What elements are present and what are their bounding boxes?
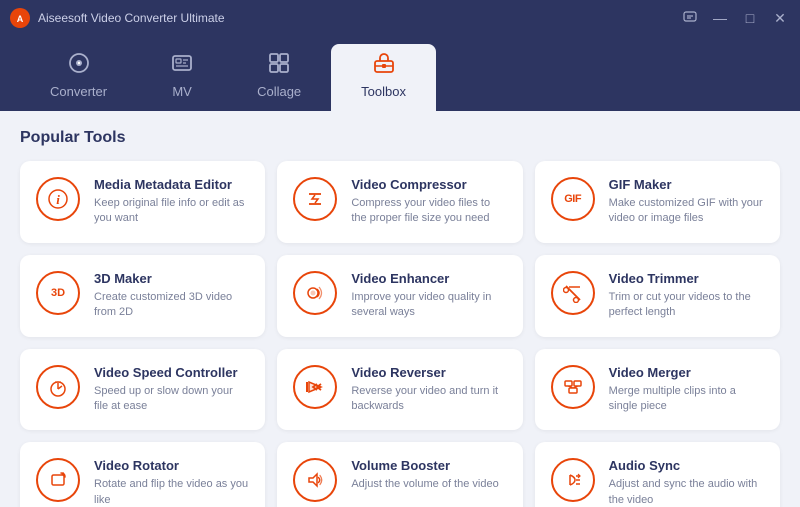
gif-maker-icon: GIF (551, 177, 595, 221)
tab-toolbox[interactable]: Toolbox (331, 44, 436, 111)
volume-booster-info: Volume Booster Adjust the volume of the … (351, 458, 506, 492)
tool-card-video-rotator[interactable]: Video Rotator Rotate and flip the video … (20, 442, 265, 507)
3d-maker-info: 3D Maker Create customized 3D video from… (94, 271, 249, 321)
svg-text:A: A (17, 14, 24, 24)
volume-booster-desc: Adjust the volume of the video (351, 477, 506, 492)
video-enhancer-info: Video Enhancer Improve your video qualit… (351, 271, 506, 321)
audio-sync-name: Audio Sync (609, 458, 764, 473)
main-content: Popular Tools i Media Metadata Editor Ke… (0, 111, 800, 507)
gif-maker-name: GIF Maker (609, 177, 764, 192)
video-trimmer-desc: Trim or cut your videos to the perfect l… (609, 290, 764, 321)
video-reverser-info: Video Reverser Reverse your video and tu… (351, 365, 506, 415)
minimize-button[interactable]: — (710, 8, 730, 28)
audio-sync-desc: Adjust and sync the audio with the video (609, 477, 764, 507)
tool-card-gif-maker[interactable]: GIF GIF Maker Make customized GIF with y… (535, 161, 780, 243)
tool-card-video-trimmer[interactable]: Video Trimmer Trim or cut your videos to… (535, 255, 780, 337)
tab-converter-label: Converter (50, 84, 107, 99)
video-trimmer-icon (551, 271, 595, 315)
volume-booster-icon (293, 458, 337, 502)
mv-icon (171, 52, 193, 80)
tab-mv-label: MV (172, 84, 192, 99)
tool-card-audio-sync[interactable]: Audio Sync Adjust and sync the audio wit… (535, 442, 780, 507)
tab-toolbox-label: Toolbox (361, 84, 406, 99)
video-enhancer-icon (293, 271, 337, 315)
tab-converter[interactable]: Converter (20, 44, 137, 111)
media-metadata-info: Media Metadata Editor Keep original file… (94, 177, 249, 227)
video-speed-name: Video Speed Controller (94, 365, 249, 380)
video-compressor-name: Video Compressor (351, 177, 506, 192)
svg-text:i: i (56, 192, 60, 207)
video-speed-info: Video Speed Controller Speed up or slow … (94, 365, 249, 415)
collage-icon (268, 52, 290, 80)
tool-card-3d-maker[interactable]: 3D 3D Maker Create customized 3D video f… (20, 255, 265, 337)
tool-card-media-metadata-editor[interactable]: i Media Metadata Editor Keep original fi… (20, 161, 265, 243)
video-trimmer-name: Video Trimmer (609, 271, 764, 286)
close-button[interactable]: ✕ (770, 8, 790, 28)
video-rotator-info: Video Rotator Rotate and flip the video … (94, 458, 249, 507)
volume-booster-name: Volume Booster (351, 458, 506, 473)
tool-card-video-reverser[interactable]: Video Reverser Reverse your video and tu… (277, 349, 522, 431)
video-merger-info: Video Merger Merge multiple clips into a… (609, 365, 764, 415)
tool-card-video-compressor[interactable]: Video Compressor Compress your video fil… (277, 161, 522, 243)
video-merger-desc: Merge multiple clips into a single piece (609, 384, 764, 415)
tool-card-video-enhancer[interactable]: Video Enhancer Improve your video qualit… (277, 255, 522, 337)
converter-icon (68, 52, 90, 80)
video-compressor-info: Video Compressor Compress your video fil… (351, 177, 506, 227)
video-enhancer-desc: Improve your video quality in several wa… (351, 290, 506, 321)
app-title: Aiseesoft Video Converter Ultimate (38, 11, 225, 25)
video-compressor-desc: Compress your video files to the proper … (351, 196, 506, 227)
video-reverser-desc: Reverse your video and turn it backwards (351, 384, 506, 415)
media-metadata-desc: Keep original file info or edit as you w… (94, 196, 249, 227)
tool-card-video-speed-controller[interactable]: Video Speed Controller Speed up or slow … (20, 349, 265, 431)
video-reverser-name: Video Reverser (351, 365, 506, 380)
video-speed-desc: Speed up or slow down your file at ease (94, 384, 249, 415)
video-rotator-icon (36, 458, 80, 502)
chat-button[interactable] (680, 8, 700, 28)
toolbox-icon (373, 52, 395, 80)
video-reverser-icon (293, 365, 337, 409)
maximize-button[interactable]: □ (740, 8, 760, 28)
media-metadata-icon: i (36, 177, 80, 221)
video-rotator-name: Video Rotator (94, 458, 249, 473)
tab-collage-label: Collage (257, 84, 301, 99)
app-logo: A (10, 8, 30, 28)
3d-maker-icon: 3D (36, 271, 80, 315)
video-merger-name: Video Merger (609, 365, 764, 380)
tab-collage[interactable]: Collage (227, 44, 331, 111)
tool-card-volume-booster[interactable]: Volume Booster Adjust the volume of the … (277, 442, 522, 507)
3d-maker-name: 3D Maker (94, 271, 249, 286)
tools-grid: i Media Metadata Editor Keep original fi… (20, 161, 780, 507)
video-rotator-desc: Rotate and flip the video as you like (94, 477, 249, 507)
3d-maker-desc: Create customized 3D video from 2D (94, 290, 249, 321)
video-merger-icon (551, 365, 595, 409)
nav-bar: Converter MV Collage (0, 36, 800, 111)
video-enhancer-name: Video Enhancer (351, 271, 506, 286)
media-metadata-name: Media Metadata Editor (94, 177, 249, 192)
gif-maker-info: GIF Maker Make customized GIF with your … (609, 177, 764, 227)
gif-maker-desc: Make customized GIF with your video or i… (609, 196, 764, 227)
tab-mv[interactable]: MV (137, 44, 227, 111)
video-speed-icon (36, 365, 80, 409)
video-trimmer-info: Video Trimmer Trim or cut your videos to… (609, 271, 764, 321)
title-bar: A Aiseesoft Video Converter Ultimate — □… (0, 0, 800, 36)
section-title: Popular Tools (20, 129, 780, 147)
audio-sync-info: Audio Sync Adjust and sync the audio wit… (609, 458, 764, 507)
title-bar-controls: — □ ✕ (680, 8, 790, 28)
title-bar-left: A Aiseesoft Video Converter Ultimate (10, 8, 225, 28)
video-compressor-icon (293, 177, 337, 221)
tool-card-video-merger[interactable]: Video Merger Merge multiple clips into a… (535, 349, 780, 431)
audio-sync-icon (551, 458, 595, 502)
